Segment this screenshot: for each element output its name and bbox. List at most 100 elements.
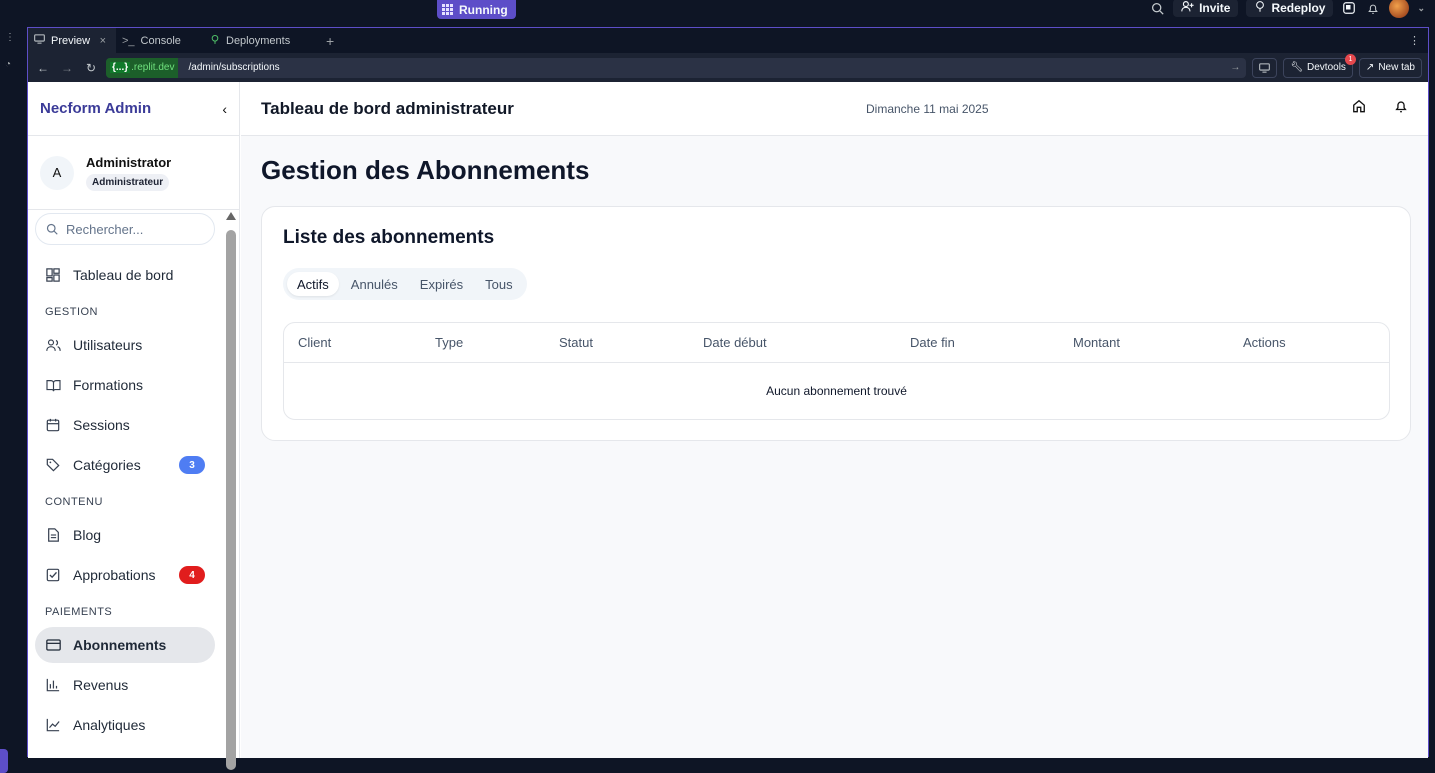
tab-annules[interactable]: Annulés xyxy=(341,272,408,296)
left-gutter: ⋮ ◔ xyxy=(0,27,27,773)
user-avatar[interactable] xyxy=(1389,0,1410,18)
wrench-icon: 🔧︎ xyxy=(1290,62,1304,73)
column-actions: Actions xyxy=(1243,335,1286,350)
add-tab-button[interactable]: + xyxy=(316,28,344,53)
sidebar-item-abonnements[interactable]: Abonnements xyxy=(35,627,215,663)
sidebar-item-label: Abonnements xyxy=(73,637,167,653)
sidebar-item-blog[interactable]: Blog xyxy=(35,517,215,553)
sidebar-item-sessions[interactable]: Sessions xyxy=(35,407,215,443)
calendar-icon xyxy=(45,417,61,433)
url-domain: {...} .replit.dev xyxy=(106,57,179,78)
scroll-up-arrow[interactable] xyxy=(226,212,236,220)
subscriptions-card: Liste des abonnements Actifs Annulés Exp… xyxy=(261,206,1411,441)
sidebar-item-label: Sessions xyxy=(73,417,130,433)
sidebar-item-users[interactable]: Utilisateurs xyxy=(35,327,215,363)
sidebar-item-dashboard[interactable]: Tableau de bord xyxy=(35,257,215,293)
header-title: Tableau de bord administrateur xyxy=(261,98,514,118)
invite-label: Invite xyxy=(1199,1,1231,15)
tab-actifs[interactable]: Actifs xyxy=(287,272,339,296)
monitor-icon xyxy=(34,34,45,47)
search-icon xyxy=(46,223,58,235)
run-status-button[interactable]: Running xyxy=(437,0,516,19)
user-card: A Administrator Administrateur xyxy=(28,136,239,210)
sidebar-item-label: Revenus xyxy=(73,677,129,693)
page-title: Gestion des Abonnements xyxy=(261,155,590,185)
table-header: Client Type Statut Date début Date fin M… xyxy=(284,323,1389,363)
gauge-icon[interactable]: ◔ xyxy=(5,59,11,70)
sidebar-item-label: Formations xyxy=(73,377,144,393)
home-icon[interactable] xyxy=(1352,99,1366,118)
users-icon xyxy=(45,337,61,353)
back-icon[interactable]: ← xyxy=(34,61,52,75)
tab-expires[interactable]: Expirés xyxy=(410,272,473,296)
devtools-button[interactable]: 🔧︎ Devtools 1 xyxy=(1283,53,1356,78)
redeploy-button[interactable]: Redeploy xyxy=(1246,0,1334,17)
url-field[interactable]: {...} .replit.dev /admin/subscriptions → xyxy=(106,57,1247,78)
header-date: Dimanche 11 mai 2025 xyxy=(866,101,989,116)
user-name: Administrator xyxy=(86,154,172,170)
screen-toggle-button[interactable] xyxy=(1252,57,1278,78)
check-square-icon xyxy=(45,567,61,583)
arrow-right-icon[interactable]: → xyxy=(1230,62,1246,73)
invite-button[interactable]: Invite xyxy=(1173,0,1239,17)
sidebar-item-label: Blog xyxy=(73,527,102,543)
column-date-fin: Date fin xyxy=(910,335,955,350)
line-chart-icon xyxy=(45,717,61,733)
monitor-icon xyxy=(1259,62,1271,73)
tab-label: Console xyxy=(140,34,181,47)
redeploy-label: Redeploy xyxy=(1271,1,1326,15)
tab-label: Deployments xyxy=(226,34,291,47)
workspace-icon[interactable] xyxy=(1341,0,1357,16)
refresh-icon[interactable]: ↻ xyxy=(82,61,100,75)
brand-name[interactable]: Necform Admin xyxy=(40,100,151,117)
run-status-label: Running xyxy=(459,2,508,17)
sidebar-item-label: Approbations xyxy=(73,567,156,583)
chevron-down-icon[interactable]: ⌄ xyxy=(1417,3,1425,14)
external-link-icon: ↗ xyxy=(1365,62,1375,73)
book-icon xyxy=(45,377,61,393)
column-montant: Montant xyxy=(1073,335,1120,350)
devtools-badge: 1 xyxy=(1344,53,1356,65)
close-icon[interactable]: × xyxy=(100,35,106,47)
scroll-thumb[interactable] xyxy=(226,230,236,770)
tab-console[interactable]: >_ Console xyxy=(116,28,204,53)
more-options-icon[interactable]: ⋮ xyxy=(1401,28,1428,53)
search-input[interactable]: Rechercher... xyxy=(35,213,215,245)
dashboard-icon xyxy=(45,267,61,283)
forward-icon[interactable]: → xyxy=(58,61,76,75)
deploy-icon xyxy=(210,34,220,48)
search-icon[interactable] xyxy=(1149,0,1165,16)
tab-label: Preview xyxy=(51,34,91,47)
sidebar-item-label: Analytiques xyxy=(73,717,146,733)
column-date-debut: Date début xyxy=(703,335,767,350)
bar-chart-icon xyxy=(45,677,61,693)
pane-tabs: Preview × >_ Console Deployments + ⋮ xyxy=(28,28,1428,53)
more-icon[interactable]: ⋮ xyxy=(5,32,15,43)
sidebar-item-approbations[interactable]: Approbations 4 xyxy=(35,557,215,593)
column-statut: Statut xyxy=(559,335,593,350)
section-title-paiements: PAIEMENTS xyxy=(45,606,113,618)
tab-preview[interactable]: Preview × xyxy=(28,28,116,53)
preview-pane: Preview × >_ Console Deployments + ⋮ ← →… xyxy=(27,27,1429,770)
sidebar-item-analytiques[interactable]: Analytiques xyxy=(35,707,215,743)
subscriptions-table: Client Type Statut Date début Date fin M… xyxy=(283,322,1390,420)
collapse-chevron-icon[interactable]: ‹ xyxy=(222,101,227,117)
bell-icon[interactable] xyxy=(1394,99,1408,118)
sidebar-item-categories[interactable]: Catégories 3 xyxy=(35,447,215,483)
tab-tous[interactable]: Tous xyxy=(475,272,522,296)
status-filter-tabs: Actifs Annulés Expirés Tous xyxy=(283,268,527,300)
sidebar-scrollbar[interactable] xyxy=(226,210,236,770)
new-tab-label: New tab xyxy=(1378,62,1415,73)
tab-deployments[interactable]: Deployments xyxy=(204,28,316,53)
sidebar-item-label: Utilisateurs xyxy=(73,337,143,353)
sidebar-item-formations[interactable]: Formations xyxy=(35,367,215,403)
terminal-icon: >_ xyxy=(122,34,135,47)
main-content: Tableau de bord administrateur Dimanche … xyxy=(241,82,1428,758)
sidebar-item-revenus[interactable]: Revenus xyxy=(35,667,215,703)
avatar: A xyxy=(40,155,74,190)
address-bar: ← → ↻ {...} .replit.dev /admin/subscripti… xyxy=(28,53,1428,82)
new-tab-button[interactable]: ↗ New tab xyxy=(1358,57,1422,78)
run-grid-icon xyxy=(442,4,453,15)
bell-icon[interactable] xyxy=(1365,0,1381,16)
column-type: Type xyxy=(435,335,464,350)
